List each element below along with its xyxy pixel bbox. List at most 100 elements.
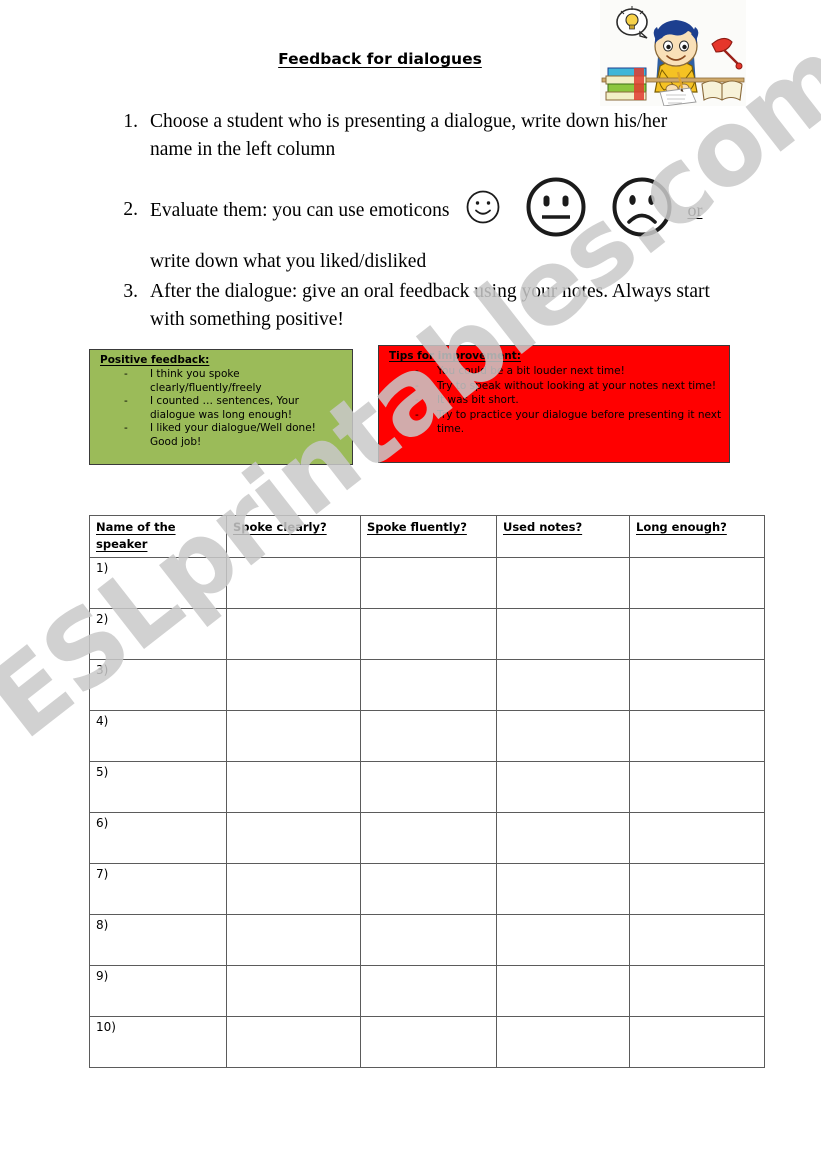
answer-cell-long-enough[interactable] <box>629 863 765 915</box>
answer-cell-long-enough[interactable] <box>629 761 765 813</box>
positive-feedback-box: Positive feedback: - I think you spoke cl… <box>89 349 353 465</box>
row-label-cell[interactable]: 10) <box>89 1016 227 1068</box>
answer-cell-long-enough[interactable] <box>629 710 765 762</box>
answer-cell-spoke-clearly[interactable] <box>226 761 361 813</box>
instruction-1-text: Choose a student who is presenting a dia… <box>150 111 668 160</box>
row-label-cell[interactable]: 4) <box>89 710 227 762</box>
table-row: 3) <box>89 659 765 711</box>
dash-bullet-icon: - <box>124 422 128 434</box>
answer-cell-long-enough[interactable] <box>629 659 765 711</box>
frowning-face-emoticon <box>611 176 673 247</box>
table-row: 6) <box>89 812 765 864</box>
answer-cell-spoke-fluently[interactable] <box>360 914 497 966</box>
answer-cell-spoke-fluently[interactable] <box>360 557 497 609</box>
table-row: 5) <box>89 761 765 813</box>
answer-cell-used-notes[interactable] <box>496 761 630 813</box>
positive-feedback-list: - I think you spoke clearly/fluently/free… <box>98 368 346 449</box>
instruction-2-continuation: write down what you liked/disliked <box>150 251 427 272</box>
answer-cell-spoke-clearly[interactable] <box>226 608 361 660</box>
row-label-cell[interactable]: 8) <box>89 914 227 966</box>
answer-cell-spoke-clearly[interactable] <box>226 1016 361 1068</box>
answer-cell-used-notes[interactable] <box>496 557 630 609</box>
column-header-spoke-fluently: Spoke fluently? <box>360 515 497 558</box>
answer-cell-long-enough[interactable] <box>629 914 765 966</box>
improvement-tips-item-4: Try to practice your dialogue before pre… <box>437 408 722 436</box>
answer-cell-used-notes[interactable] <box>496 914 630 966</box>
column-header-name-of-speaker: Name of the speaker <box>89 515 227 558</box>
answer-cell-spoke-clearly[interactable] <box>226 863 361 915</box>
positive-feedback-title: Positive feedback: <box>100 354 210 366</box>
answer-cell-long-enough[interactable] <box>629 1016 765 1068</box>
table-row: 2) <box>89 608 765 660</box>
emoticon-group <box>449 176 673 247</box>
improvement-tips-item-1: You could be a bit louder next time! <box>437 365 625 377</box>
positive-feedback-item-3: I liked your dialogue/Well done! Good jo… <box>150 422 316 448</box>
dash-bullet-icon: - <box>415 394 419 406</box>
column-header-used-notes: Used notes? <box>496 515 630 558</box>
improvement-tips-list: - You could be a bit louder next time! - T… <box>387 364 723 437</box>
answer-cell-spoke-clearly[interactable] <box>226 965 361 1017</box>
neutral-face-emoticon <box>525 176 587 247</box>
list-item: - Try to speak without looking at your no… <box>387 379 723 394</box>
answer-cell-spoke-fluently[interactable] <box>360 710 497 762</box>
answer-cell-used-notes[interactable] <box>496 608 630 660</box>
answer-cell-spoke-fluently[interactable] <box>360 761 497 813</box>
answer-cell-spoke-fluently[interactable] <box>360 863 497 915</box>
list-item: - It was bit short. <box>387 393 723 408</box>
instruction-3-number: 3. <box>123 281 138 302</box>
answer-cell-used-notes[interactable] <box>496 659 630 711</box>
answer-cell-long-enough[interactable] <box>629 557 765 609</box>
positive-feedback-item-2: I counted … sentences, Your dialogue was… <box>150 395 299 421</box>
instruction-1: 1. Choose a student who is presenting a … <box>112 108 712 164</box>
table-header-row: Name of the speaker Spoke clearly? Spoke… <box>89 515 765 558</box>
instruction-3-text: After the dialogue: give an oral feedbac… <box>150 281 710 330</box>
smiling-face-emoticon <box>465 189 501 234</box>
instruction-2: 2. Evaluate them: you can use emoticons <box>112 177 752 276</box>
row-label-cell[interactable]: 2) <box>89 608 227 660</box>
answer-cell-spoke-fluently[interactable] <box>360 812 497 864</box>
row-label-cell[interactable]: 5) <box>89 761 227 813</box>
dash-bullet-icon: - <box>415 379 419 392</box>
table-row: 10) <box>89 1016 765 1068</box>
answer-cell-used-notes[interactable] <box>496 1016 630 1068</box>
table-row: 4) <box>89 710 765 762</box>
answer-cell-spoke-clearly[interactable] <box>226 812 361 864</box>
answer-cell-spoke-clearly[interactable] <box>226 914 361 966</box>
instruction-3: 3. After the dialogue: give an oral feed… <box>112 278 732 334</box>
row-label-cell[interactable]: 6) <box>89 812 227 864</box>
answer-cell-long-enough[interactable] <box>629 608 765 660</box>
feedback-table: Name of the speaker Spoke clearly? Spoke… <box>89 515 765 1068</box>
improvement-tips-box: Tips for improvement: - You could be a bi… <box>378 345 730 463</box>
answer-cell-used-notes[interactable] <box>496 812 630 864</box>
table-row: 9) <box>89 965 765 1017</box>
instruction-2-lead: Evaluate them: you can use emoticons <box>150 200 450 221</box>
answer-cell-spoke-clearly[interactable] <box>226 557 361 609</box>
worksheet-page: ESLprintables.com Feedback for dialogues… <box>0 0 821 1161</box>
answer-cell-spoke-fluently[interactable] <box>360 608 497 660</box>
page-title: Feedback for dialogues <box>278 50 482 68</box>
answer-cell-spoke-fluently[interactable] <box>360 1016 497 1068</box>
answer-cell-used-notes[interactable] <box>496 710 630 762</box>
list-item: - I counted … sentences, Your dialogue wa… <box>98 395 346 422</box>
answer-cell-spoke-fluently[interactable] <box>360 965 497 1017</box>
answer-cell-spoke-clearly[interactable] <box>226 710 361 762</box>
answer-cell-spoke-clearly[interactable] <box>226 659 361 711</box>
row-label-cell[interactable]: 3) <box>89 659 227 711</box>
row-label-cell[interactable]: 1) <box>89 557 227 609</box>
improvement-tips-item-2: Try to speak without looking at your not… <box>437 379 717 392</box>
dash-bullet-icon: - <box>124 368 128 380</box>
answer-cell-spoke-fluently[interactable] <box>360 659 497 711</box>
instruction-1-number: 1. <box>123 111 138 132</box>
instruction-2-or: or <box>687 200 703 220</box>
answer-cell-long-enough[interactable] <box>629 812 765 864</box>
list-item: - I liked your dialogue/Well done! Good j… <box>98 422 346 449</box>
dash-bullet-icon: - <box>415 408 419 421</box>
answer-cell-used-notes[interactable] <box>496 965 630 1017</box>
answer-cell-long-enough[interactable] <box>629 965 765 1017</box>
column-header-spoke-clearly: Spoke clearly? <box>226 515 361 558</box>
dash-bullet-icon: - <box>124 395 128 407</box>
positive-feedback-item-1: I think you spoke clearly/fluently/freel… <box>150 368 262 394</box>
row-label-cell[interactable]: 9) <box>89 965 227 1017</box>
row-label-cell[interactable]: 7) <box>89 863 227 915</box>
answer-cell-used-notes[interactable] <box>496 863 630 915</box>
